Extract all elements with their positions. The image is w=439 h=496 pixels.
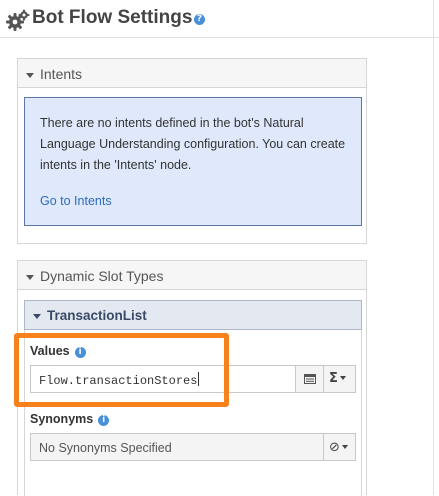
page-title: Bot Flow Settings bbox=[32, 7, 193, 28]
caret-down-icon bbox=[33, 313, 41, 319]
caret-down-icon bbox=[26, 72, 34, 78]
transaction-list-header[interactable]: TransactionList bbox=[24, 300, 362, 330]
help-icon[interactable]: ? bbox=[194, 14, 205, 25]
synonyms-menu-button[interactable]: ⊘ bbox=[324, 433, 356, 461]
intents-title: Intents bbox=[40, 66, 83, 82]
slot-type-name: TransactionList bbox=[47, 308, 147, 323]
scroll-edge bbox=[433, 0, 434, 495]
chevron-down-icon bbox=[341, 445, 348, 449]
highlight-box bbox=[14, 333, 229, 407]
chevron-down-icon bbox=[339, 376, 346, 380]
synonyms-label: Synonyms i bbox=[30, 412, 110, 426]
intents-info-message: There are no intents defined in the bot'… bbox=[24, 97, 362, 226]
go-to-intents-link[interactable]: Go to Intents bbox=[40, 191, 349, 212]
caret-down-icon bbox=[26, 274, 34, 280]
clear-icon: ⊘ bbox=[329, 440, 340, 455]
gears-icon bbox=[6, 9, 30, 31]
synonyms-label-text: Synonyms bbox=[30, 412, 94, 426]
expression-menu-button[interactable]: Σ bbox=[324, 365, 356, 393]
intents-panel-header[interactable]: Intents bbox=[18, 59, 366, 88]
synonyms-input[interactable]: No Synonyms Specified bbox=[30, 433, 324, 461]
dynamic-slot-types-header[interactable]: Dynamic Slot Types bbox=[18, 261, 366, 290]
list-button[interactable] bbox=[296, 365, 324, 393]
sigma-icon: Σ bbox=[329, 371, 338, 386]
intents-message-text: There are no intents defined in the bot'… bbox=[40, 116, 346, 172]
list-icon bbox=[304, 374, 316, 384]
dynamic-slot-types-title: Dynamic Slot Types bbox=[40, 268, 164, 284]
info-icon[interactable]: i bbox=[98, 415, 110, 426]
page-header: Bot Flow Settings ? bbox=[0, 0, 439, 38]
intents-panel: Intents There are no intents defined in … bbox=[17, 58, 367, 244]
